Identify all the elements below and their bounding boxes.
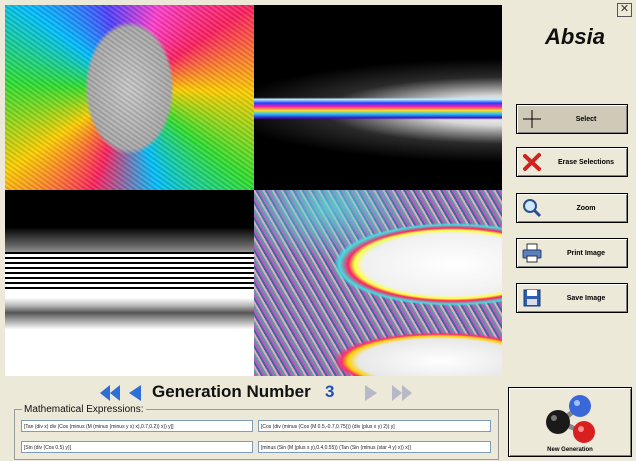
rewind-button[interactable]: [98, 383, 120, 403]
next-icon: [365, 385, 377, 401]
expression-field-1[interactable]: [Tan (div x) div (Cos (minus (M (minus (…: [21, 420, 253, 432]
fractal-image-4[interactable]: [254, 190, 502, 376]
zoom-label: Zoom: [576, 204, 596, 212]
print-image-button[interactable]: Print Image: [516, 238, 628, 268]
expression-field-2[interactable]: [Cos (div (minus (Cos (M 0.5,-0.7,0.75))…: [258, 420, 491, 432]
zoom-button[interactable]: Zoom: [516, 193, 628, 223]
select-label: Select: [575, 115, 597, 123]
previous-button[interactable]: [125, 383, 147, 403]
next-button[interactable]: [361, 383, 383, 403]
generation-label: Generation Number: [152, 382, 311, 401]
red-x-icon: [519, 150, 545, 174]
printer-icon: [519, 241, 545, 265]
molecule-icon: [546, 395, 595, 443]
save-image-label: Save Image: [566, 294, 606, 302]
expression-field-3[interactable]: [Sin (div (Cos 0.5) y)]: [21, 441, 253, 453]
select-button[interactable]: Select: [516, 104, 628, 134]
close-button[interactable]: ✕: [617, 3, 632, 17]
new-generation-button[interactable]: New Generation: [508, 387, 632, 457]
generation-number: 3: [325, 382, 335, 401]
save-image-button[interactable]: Save Image: [516, 283, 628, 313]
app-title: Absia: [545, 24, 605, 49]
close-icon: ✕: [619, 3, 630, 15]
fast-forward-icon: [392, 385, 412, 401]
previous-icon: [129, 385, 141, 401]
fractal-image-3[interactable]: [5, 190, 254, 376]
expressions-title: Mathematical Expressions:: [22, 404, 146, 415]
erase-selections-button[interactable]: Erase Selections: [516, 147, 628, 177]
erase-selections-label: Erase Selections: [557, 158, 615, 166]
expression-field-4[interactable]: [minus (Sin (M (plus x y),0.4,0.55)) (Ta…: [258, 441, 491, 453]
crosshair-icon: [519, 107, 545, 131]
floppy-disk-icon: [519, 286, 545, 310]
fractal-image-2[interactable]: [254, 5, 502, 190]
print-image-label: Print Image: [566, 249, 606, 257]
magnifier-icon: [519, 196, 545, 220]
fractal-image-1[interactable]: [5, 5, 254, 190]
new-generation-label: New Generation: [547, 447, 593, 453]
rewind-icon: [100, 385, 120, 401]
fast-forward-button[interactable]: [390, 383, 412, 403]
